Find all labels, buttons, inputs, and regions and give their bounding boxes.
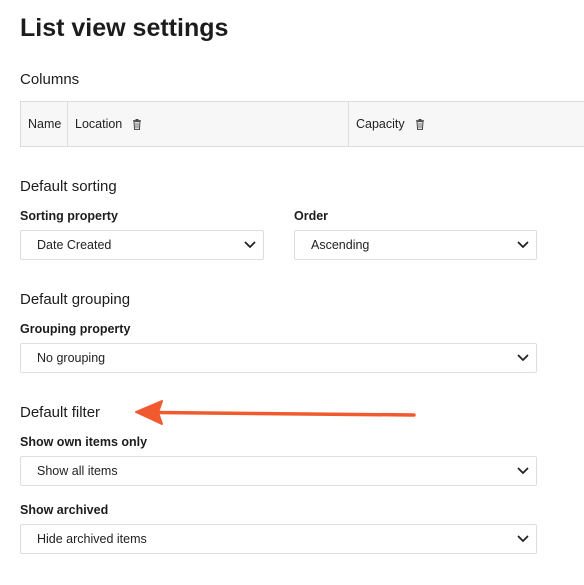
- chevron-down-icon: [517, 354, 529, 361]
- annotation-arrow-icon: [135, 400, 416, 425]
- column-capacity-label: Capacity: [356, 117, 405, 131]
- own-items-select[interactable]: Show all items: [20, 456, 537, 486]
- columns-heading: Columns: [20, 71, 80, 88]
- columns-list: Name Location Capacity: [20, 101, 584, 147]
- chevron-down-icon: [517, 535, 529, 542]
- column-capacity[interactable]: Capacity: [349, 102, 584, 146]
- chevron-down-icon: [244, 241, 256, 248]
- grouping-property-select[interactable]: No grouping: [20, 343, 537, 373]
- chevron-down-icon: [517, 467, 529, 474]
- order-value: Ascending: [311, 238, 370, 252]
- archived-value: Hide archived items: [37, 532, 147, 546]
- filter-heading: Default filter: [20, 404, 101, 421]
- sorting-property-value: Date Created: [37, 238, 112, 252]
- chevron-down-icon: [517, 241, 529, 248]
- own-items-label: Show own items only: [20, 435, 148, 449]
- column-name[interactable]: Name: [21, 102, 68, 146]
- archived-label: Show archived: [20, 503, 109, 517]
- grouping-heading: Default grouping: [20, 291, 131, 308]
- sorting-property-select[interactable]: Date Created: [20, 230, 264, 260]
- column-name-label: Name: [28, 117, 62, 131]
- trash-icon[interactable]: [415, 118, 425, 130]
- trash-icon[interactable]: [132, 118, 142, 130]
- sorting-heading: Default sorting: [20, 178, 117, 195]
- grouping-property-value: No grouping: [37, 351, 106, 365]
- order-select[interactable]: Ascending: [294, 230, 537, 260]
- column-location[interactable]: Location: [68, 102, 349, 146]
- archived-select[interactable]: Hide archived items: [20, 524, 537, 554]
- order-label: Order: [294, 209, 329, 223]
- grouping-property-label: Grouping property: [20, 322, 131, 336]
- own-items-value: Show all items: [37, 464, 118, 478]
- column-location-label: Location: [75, 117, 123, 131]
- page-title: List view settings: [20, 14, 229, 42]
- list-view-settings-page: List view settings Columns Name Location…: [0, 0, 584, 585]
- sorting-property-label: Sorting property: [20, 209, 118, 223]
